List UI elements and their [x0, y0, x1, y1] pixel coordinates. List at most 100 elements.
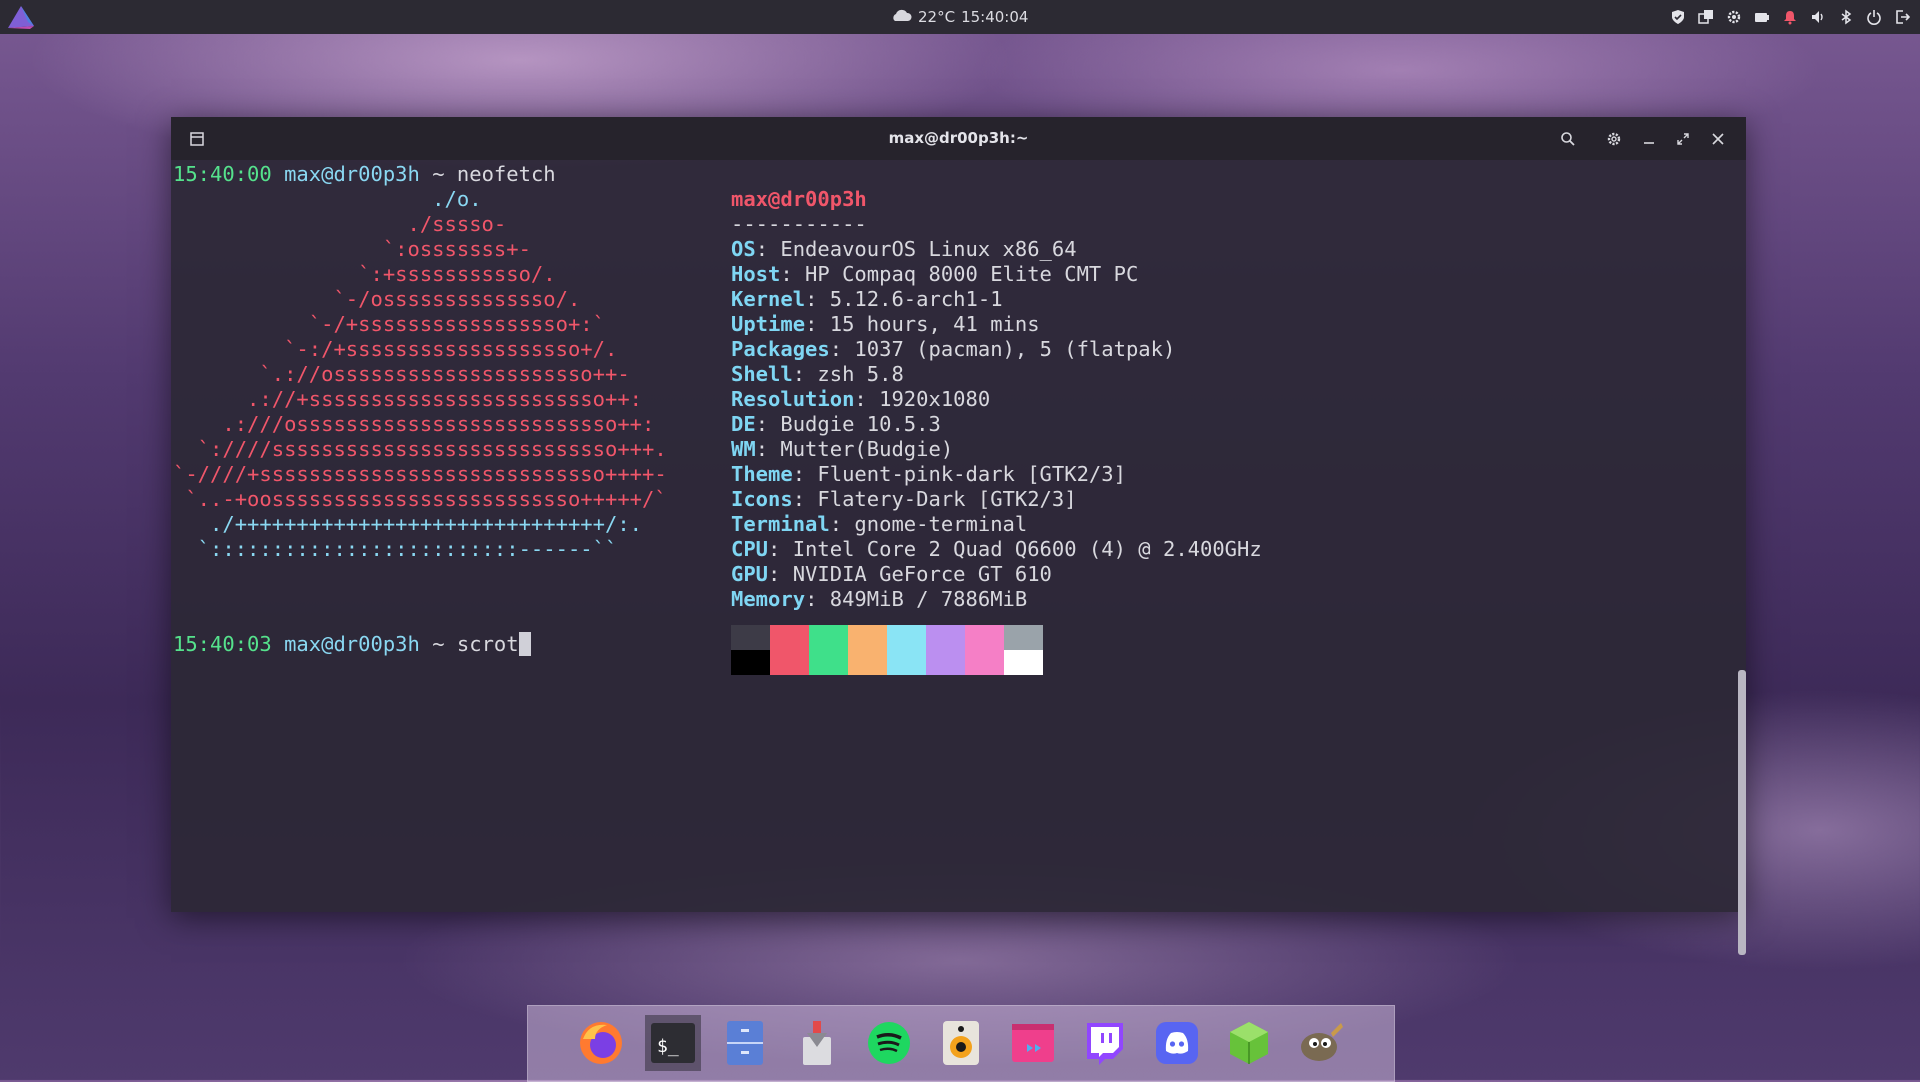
minimize-button[interactable] [1637, 127, 1661, 151]
info-key: CPU [731, 537, 769, 561]
bluetooth-icon[interactable] [1838, 9, 1854, 25]
firefox-icon [580, 1022, 622, 1064]
logout-icon[interactable] [1894, 9, 1910, 25]
info-value: : HP Compaq 8000 Elite CMT PC [780, 262, 1139, 286]
info-line: Resolution: 1920x1080 [731, 387, 990, 412]
info-line: CPU: Intel Core 2 Quad Q6600 (4) @ 2.400… [731, 537, 1262, 562]
scrollbar[interactable] [1738, 670, 1746, 955]
dock-item-package[interactable] [1221, 1015, 1277, 1071]
color-swatch [1004, 650, 1043, 675]
settings-icon[interactable] [1726, 9, 1742, 25]
discord-icon [1156, 1022, 1198, 1064]
video-editor-icon [1012, 1024, 1054, 1062]
info-line: Host: HP Compaq 8000 Elite CMT PC [731, 262, 1138, 287]
info-value: : 5.12.6-arch1-1 [805, 287, 1003, 311]
power-icon[interactable] [1866, 9, 1882, 25]
info-key: OS [731, 237, 756, 261]
info-line: Theme: Fluent-pink-dark [GTK2/3] [731, 462, 1126, 487]
color-swatch [848, 650, 887, 675]
color-swatch [926, 625, 965, 650]
info-value: : Mutter(Budgie) [755, 437, 954, 461]
color-swatch [965, 650, 1004, 675]
ascii-logo-line: `-/ossssssssssssso/. [173, 287, 581, 311]
info-key: Terminal [731, 512, 830, 536]
info-value: : 15 hours, 41 mins [805, 312, 1040, 336]
info-key: DE [731, 412, 756, 436]
close-button[interactable] [1706, 127, 1730, 151]
ascii-logo-line: `.://osssssssssssssssssssso++- [173, 362, 630, 386]
info-key: Theme [731, 462, 793, 486]
ascii-logo-line: `-:/+sssssssssssssssssso+/. [173, 337, 618, 361]
info-value: : EndeavourOS Linux x86_64 [755, 237, 1077, 261]
info-value: : 1920x1080 [854, 387, 991, 411]
prompt-path: ~ [432, 162, 445, 186]
dock-item-terminal[interactable]: $_ [645, 1015, 701, 1071]
maximize-button[interactable] [1671, 127, 1695, 151]
info-value: : Flatery-Dark [GTK2/3] [792, 487, 1077, 511]
info-line: Memory: 849MiB / 7886MiB [731, 587, 1027, 612]
shield-icon[interactable] [1670, 9, 1686, 25]
weather-cloud-icon [890, 8, 912, 26]
ascii-logo-line: ./o. [173, 187, 482, 211]
info-key: Resolution [731, 387, 855, 411]
clock-time: 15:40:04 [961, 8, 1029, 26]
windows-icon[interactable] [1698, 9, 1714, 25]
terminal-content[interactable]: 15:40:00 max@dr00p3h ~ neofetch ./o. ./s… [171, 160, 1746, 955]
dock-item-speaker[interactable] [933, 1015, 989, 1071]
dock-item-gimp[interactable] [1293, 1015, 1349, 1071]
installer-icon [803, 1021, 831, 1065]
ascii-logo-line: `:osssssss+- [173, 237, 531, 261]
info-value: : NVIDIA GeForce GT 610 [768, 562, 1052, 586]
color-swatch [1004, 625, 1043, 650]
terminal-window[interactable]: max@dr00p3h:~ 15:40:00 max@dr00p3h ~ neo… [171, 117, 1746, 955]
battery-icon[interactable] [1754, 9, 1770, 25]
color-swatch [926, 650, 965, 675]
dock-item-spotify[interactable] [861, 1015, 917, 1071]
dock-item-twitch[interactable] [1077, 1015, 1133, 1071]
prompt-time: 15:40:03 [173, 632, 272, 656]
terminal-titlebar[interactable]: max@dr00p3h:~ [171, 117, 1746, 160]
info-key: GPU [731, 562, 769, 586]
volume-icon[interactable] [1810, 9, 1826, 25]
search-icon[interactable] [1556, 127, 1580, 151]
ascii-logo-line: .:///ossssssssssssssssssssssssso++: [173, 412, 655, 436]
color-swatch [731, 625, 770, 650]
prompt-time: 15:40:00 [173, 162, 272, 186]
dock-item-files[interactable] [717, 1015, 773, 1071]
prompt-line-current[interactable]: 15:40:03 max@dr00p3h ~ scrot [173, 632, 531, 657]
notification-icon[interactable] [1782, 9, 1798, 25]
info-value: : Budgie 10.5.3 [755, 412, 941, 436]
dock-item-installer[interactable] [789, 1015, 845, 1071]
prompt-command: neofetch [456, 162, 556, 186]
gimp-icon [1301, 1023, 1343, 1061]
color-swatch [887, 625, 926, 650]
color-swatch [731, 650, 770, 675]
svg-text:$_: $_ [657, 1036, 679, 1057]
color-swatch [770, 625, 809, 650]
weather-temperature: 22°C [918, 8, 956, 26]
color-swatch [965, 625, 1004, 650]
info-key: Host [731, 262, 781, 286]
info-key: Icons [731, 487, 793, 511]
ascii-logo-line: ./++++++++++++++++++++++++++++++/:. [173, 512, 642, 536]
clock-applet[interactable]: 22°C 15:40:04 [890, 0, 1028, 34]
dock-item-firefox[interactable] [573, 1015, 629, 1071]
prompt-line: 15:40:00 max@dr00p3h ~ neofetch [173, 162, 556, 187]
info-line: DE: Budgie 10.5.3 [731, 412, 941, 437]
ascii-logo-line: `:::::::::::::::::::::::::------`` [173, 537, 618, 561]
ascii-logo-line: `:+sssssssssso/. [173, 262, 556, 286]
dock-item-video-editor[interactable] [1005, 1015, 1061, 1071]
endeavouros-logo-icon[interactable] [4, 2, 38, 32]
info-line: Icons: Flatery-Dark [GTK2/3] [731, 487, 1077, 512]
dock-item-discord[interactable] [1149, 1015, 1205, 1071]
text-cursor [518, 632, 531, 656]
color-swatch [887, 650, 926, 675]
gear-icon[interactable] [1602, 127, 1626, 151]
spotify-icon [868, 1022, 910, 1064]
prompt-path: ~ [432, 632, 445, 656]
info-line: GPU: NVIDIA GeForce GT 610 [731, 562, 1052, 587]
color-swatch [809, 650, 848, 675]
info-header: max@dr00p3h [731, 187, 867, 211]
info-key: WM [731, 437, 756, 461]
prompt-command: scrot [456, 632, 519, 656]
